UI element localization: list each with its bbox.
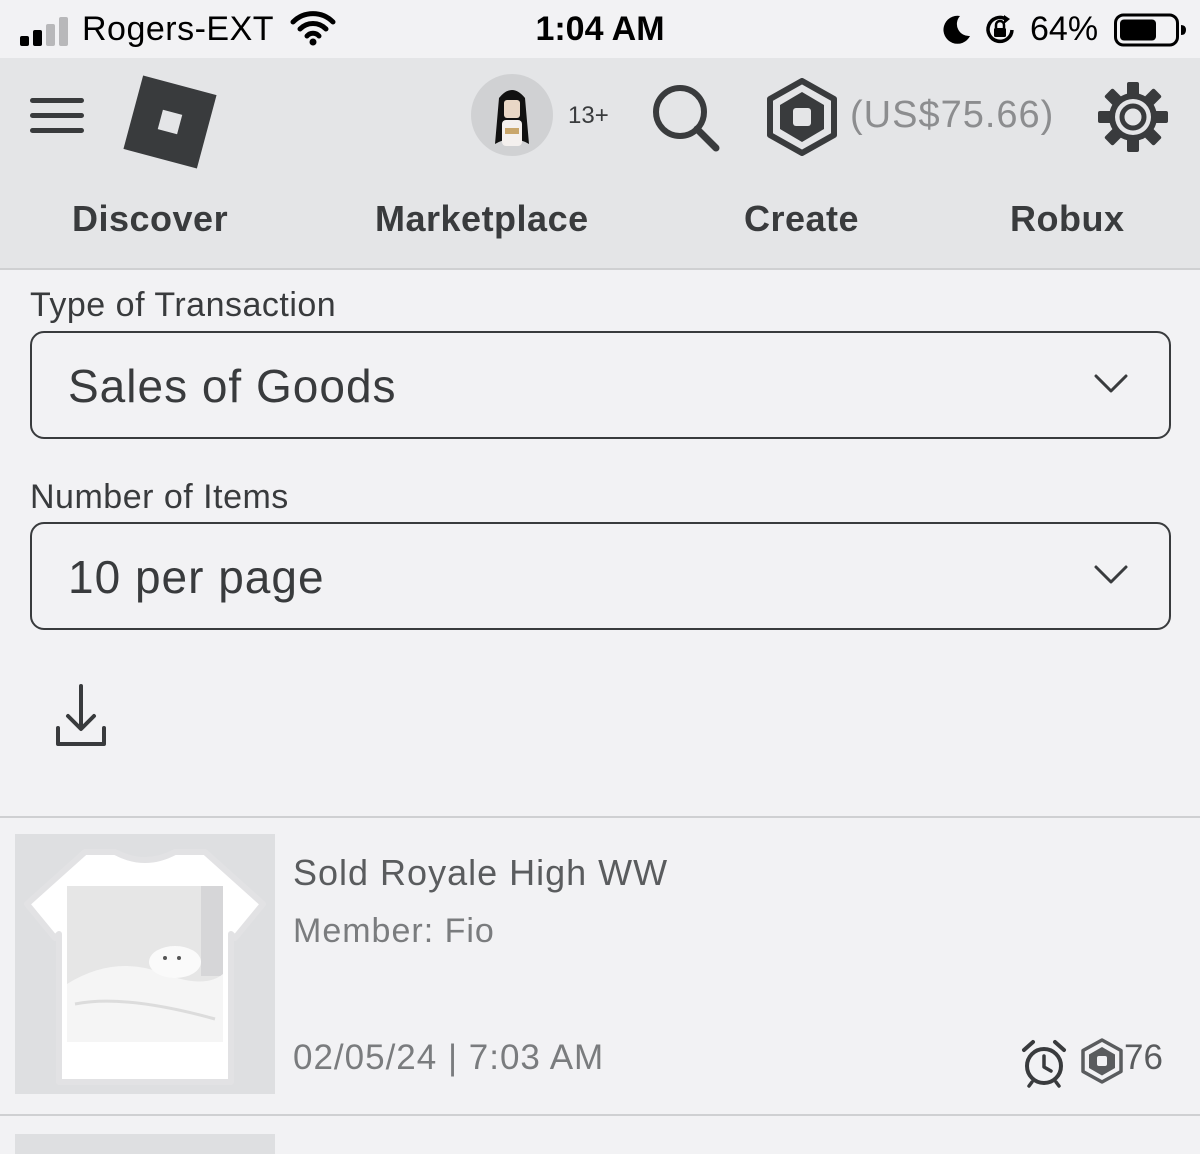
- app-header: 13+ (US$75.66) Discover Marketplace Crea…: [0, 58, 1200, 270]
- robux-icon[interactable]: [764, 78, 840, 156]
- gear-icon[interactable]: [1096, 80, 1170, 154]
- menu-icon[interactable]: [30, 98, 86, 138]
- download-icon[interactable]: [50, 682, 112, 752]
- rotation-lock-icon: [986, 15, 1014, 44]
- items-per-page-value: 10 per page: [68, 551, 325, 603]
- item-member[interactable]: Member: Fio: [293, 912, 495, 951]
- tab-create[interactable]: Create: [744, 198, 859, 240]
- chevron-down-icon: [1094, 565, 1128, 584]
- nav-tabs: Discover Marketplace Create Robux: [0, 198, 1200, 258]
- avatar[interactable]: [471, 74, 553, 156]
- age-badge: 13+: [568, 102, 609, 129]
- battery-percent: 64%: [1030, 10, 1099, 48]
- chevron-down-icon: [1094, 374, 1128, 393]
- divider: [0, 1114, 1200, 1116]
- items-per-page-label: Number of Items: [30, 478, 289, 516]
- tab-marketplace[interactable]: Marketplace: [375, 198, 589, 240]
- transaction-type-value: Sales of Goods: [68, 360, 397, 412]
- status-time: 1:04 AM: [535, 10, 665, 48]
- tab-robux[interactable]: Robux: [1010, 198, 1125, 240]
- moon-icon: [943, 15, 970, 44]
- item-thumbnail[interactable]: [15, 1134, 275, 1154]
- item-date: 02/05/24 | 7:03 AM: [293, 1038, 605, 1077]
- tab-discover[interactable]: Discover: [72, 198, 228, 240]
- items-per-page-select[interactable]: 10 per page: [30, 522, 1171, 630]
- item-thumbnail[interactable]: [15, 834, 275, 1094]
- robux-icon: [1081, 1038, 1123, 1084]
- divider: [0, 816, 1200, 818]
- alarm-clock-icon: [1022, 1040, 1066, 1088]
- item-title[interactable]: Sold Royale High WW: [293, 852, 668, 894]
- search-icon[interactable]: [650, 82, 722, 154]
- status-bar: Rogers-EXT 1:04 AM 64%: [0, 0, 1200, 58]
- transaction-type-label: Type of Transaction: [30, 286, 337, 324]
- tshirt-image: [24, 849, 266, 1085]
- transaction-type-select[interactable]: Sales of Goods: [30, 331, 1171, 439]
- robux-balance[interactable]: (US$75.66): [850, 94, 1054, 137]
- avatar-image: [495, 90, 529, 146]
- battery-icon: [1114, 13, 1186, 47]
- item-amount: 76: [1124, 1038, 1163, 1077]
- roblox-logo[interactable]: [120, 72, 220, 172]
